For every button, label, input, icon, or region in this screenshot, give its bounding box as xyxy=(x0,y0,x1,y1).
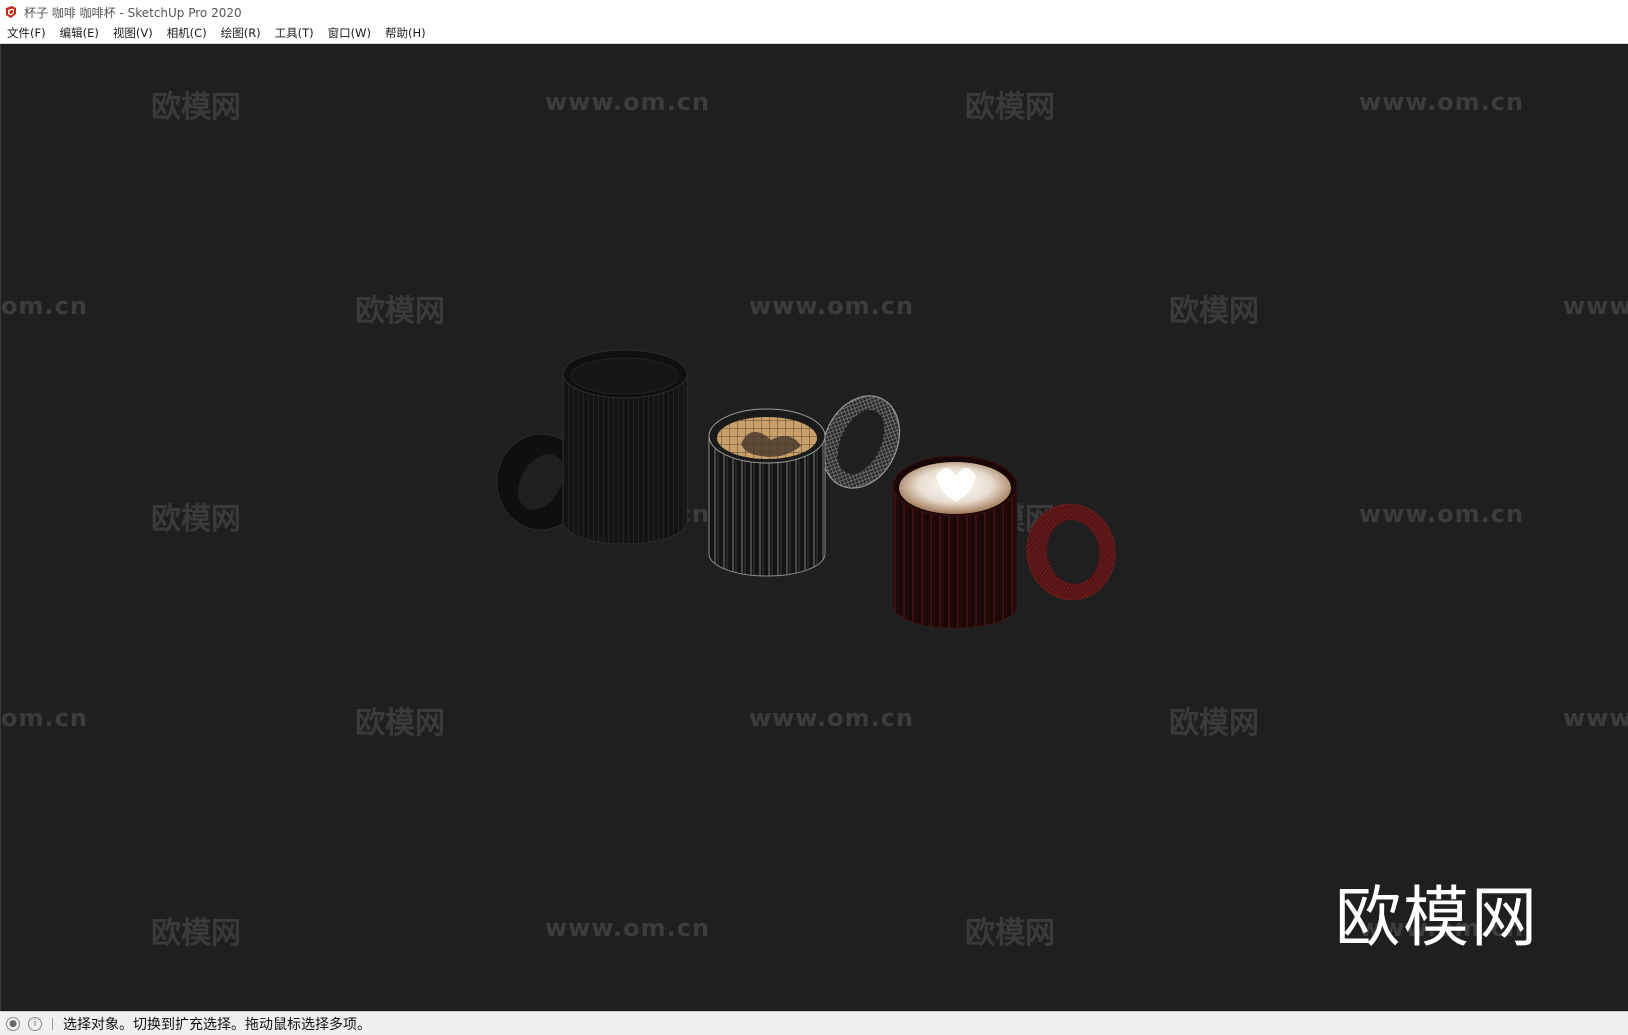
menu-bar: 文件(F) 编辑(E) 视图(V) 相机(C) 绘图(R) 工具(T) 窗口(W… xyxy=(0,24,1628,44)
menu-help[interactable]: 帮助(H) xyxy=(378,24,433,43)
status-message: 选择对象。切换到扩充选择。拖动鼠标选择多项。 xyxy=(63,1016,371,1033)
model-viewport[interactable]: 欧模网 www.om.cn 欧模网 www.om.cn om.cn 欧模网 ww… xyxy=(0,44,1628,1011)
menu-view[interactable]: 视图(V) xyxy=(106,24,160,43)
black-mug[interactable] xyxy=(496,349,688,545)
menu-tools[interactable]: 工具(T) xyxy=(268,24,321,43)
brand-watermark: 欧模网 xyxy=(1335,879,1539,956)
red-mug[interactable] xyxy=(892,455,1123,629)
geo-location-icon[interactable]: ● xyxy=(6,1016,20,1031)
menu-file[interactable]: 文件(F) xyxy=(0,24,53,43)
sketchup-logo-icon xyxy=(6,6,16,18)
coffee-mug[interactable] xyxy=(708,383,914,577)
info-icon[interactable]: i xyxy=(28,1016,42,1031)
status-divider xyxy=(52,1017,53,1030)
menu-window[interactable]: 窗口(W) xyxy=(321,24,378,43)
window-title: 杯子 咖啡 咖啡杯 - SketchUp Pro 2020 xyxy=(24,5,242,20)
title-bar: 杯子 咖啡 咖啡杯 - SketchUp Pro 2020 xyxy=(0,0,1628,24)
menu-camera[interactable]: 相机(C) xyxy=(160,24,214,43)
status-bar: ● i 选择对象。切换到扩充选择。拖动鼠标选择多项。 xyxy=(0,1011,1628,1035)
menu-edit[interactable]: 编辑(E) xyxy=(53,24,106,43)
menu-draw[interactable]: 绘图(R) xyxy=(214,24,268,43)
sketchup-window: 杯子 咖啡 咖啡杯 - SketchUp Pro 2020 文件(F) 编辑(E… xyxy=(0,0,1628,1035)
